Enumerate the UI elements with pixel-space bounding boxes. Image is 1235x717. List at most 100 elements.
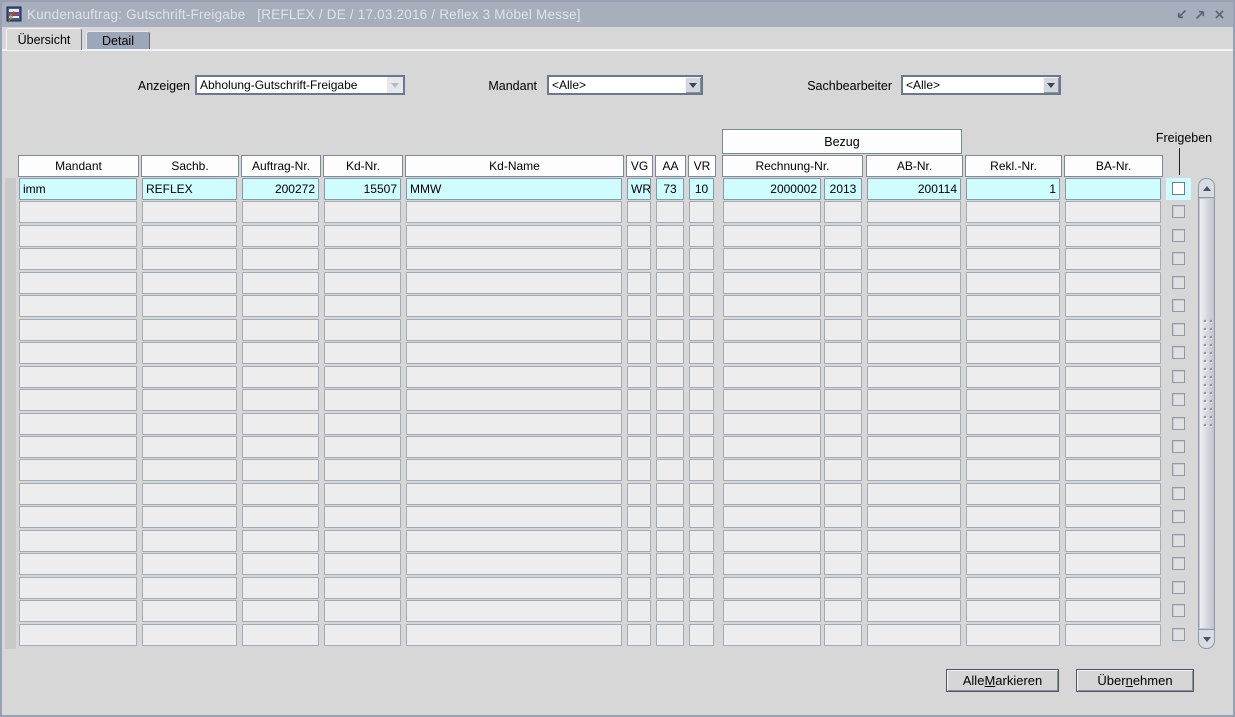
table-cell[interactable]: MMW [406, 178, 622, 200]
table-cell[interactable] [867, 577, 961, 599]
table-cell[interactable] [406, 459, 622, 481]
table-cell[interactable] [1065, 436, 1161, 458]
table-cell[interactable] [867, 366, 961, 388]
table-cell[interactable] [689, 506, 714, 528]
table-cell[interactable]: 200272 [242, 178, 319, 200]
table-cell[interactable] [824, 201, 862, 223]
close-button[interactable] [1211, 6, 1227, 22]
table-cell[interactable] [867, 413, 961, 435]
table-cell[interactable] [867, 624, 961, 646]
table-cell[interactable] [966, 459, 1060, 481]
table-cell[interactable] [656, 436, 684, 458]
table-cell[interactable] [824, 225, 862, 247]
table-cell[interactable] [656, 225, 684, 247]
table-cell[interactable] [723, 201, 821, 223]
table-cell[interactable] [627, 295, 651, 317]
table-cell[interactable] [723, 389, 821, 411]
table-cell[interactable] [824, 389, 862, 411]
table-cell[interactable] [656, 366, 684, 388]
table-cell[interactable] [627, 272, 651, 294]
table-cell[interactable] [1065, 248, 1161, 270]
table-cell[interactable] [689, 389, 714, 411]
table-cell[interactable] [242, 483, 319, 505]
table-cell[interactable] [656, 483, 684, 505]
table-cell[interactable] [1065, 272, 1161, 294]
table-cell[interactable] [723, 459, 821, 481]
table-cell[interactable] [689, 436, 714, 458]
dropdown-arrow-icon[interactable] [685, 77, 701, 93]
table-cell[interactable] [324, 389, 401, 411]
table-cell[interactable] [723, 319, 821, 341]
table-cell[interactable] [689, 201, 714, 223]
table-cell[interactable] [966, 319, 1060, 341]
table-cell[interactable] [723, 272, 821, 294]
table-cell[interactable] [324, 248, 401, 270]
table-cell[interactable] [19, 295, 137, 317]
table-cell[interactable] [19, 600, 137, 622]
table-cell[interactable] [1065, 530, 1161, 552]
table-cell[interactable] [867, 272, 961, 294]
table-cell[interactable] [723, 600, 821, 622]
table-cell[interactable] [1065, 342, 1161, 364]
table-cell[interactable] [1065, 366, 1161, 388]
table-cell[interactable] [406, 506, 622, 528]
table-cell[interactable] [324, 624, 401, 646]
table-cell[interactable] [824, 530, 862, 552]
select-all-button[interactable]: Alle Markieren [946, 669, 1059, 692]
table-cell[interactable] [324, 201, 401, 223]
table-cell[interactable] [867, 436, 961, 458]
table-cell[interactable] [242, 389, 319, 411]
table-cell[interactable] [242, 248, 319, 270]
table-cell[interactable] [142, 201, 237, 223]
table-cell[interactable] [406, 483, 622, 505]
table-cell[interactable] [824, 248, 862, 270]
table-cell[interactable] [324, 459, 401, 481]
table-cell[interactable] [142, 436, 237, 458]
table-cell[interactable] [406, 225, 622, 247]
table-cell[interactable] [867, 342, 961, 364]
table-cell[interactable] [689, 553, 714, 575]
table-cell[interactable] [242, 366, 319, 388]
dropdown-arrow-icon[interactable] [1043, 77, 1059, 93]
table-cell[interactable] [867, 530, 961, 552]
table-cell[interactable] [142, 459, 237, 481]
table-cell[interactable] [627, 600, 651, 622]
table-cell[interactable] [142, 624, 237, 646]
table-cell[interactable] [824, 600, 862, 622]
table-cell[interactable] [627, 319, 651, 341]
table-cell[interactable] [656, 624, 684, 646]
table-cell[interactable] [406, 530, 622, 552]
table-cell[interactable] [1065, 459, 1161, 481]
table-cell[interactable] [142, 366, 237, 388]
table-cell[interactable] [689, 319, 714, 341]
table-cell[interactable] [142, 225, 237, 247]
table-cell[interactable] [966, 413, 1060, 435]
table-cell[interactable] [142, 295, 237, 317]
table-cell[interactable] [142, 342, 237, 364]
table-cell[interactable] [627, 201, 651, 223]
table-cell[interactable] [656, 506, 684, 528]
table-cell[interactable] [867, 248, 961, 270]
vertical-scrollbar[interactable] [1198, 178, 1215, 649]
table-cell[interactable] [689, 342, 714, 364]
table-cell[interactable] [656, 577, 684, 599]
apply-button[interactable]: Übernehmen [1076, 669, 1194, 692]
table-cell[interactable] [19, 483, 137, 505]
table-cell[interactable]: REFLEX [142, 178, 237, 200]
table-cell[interactable] [324, 600, 401, 622]
table-cell[interactable] [1065, 201, 1161, 223]
table-cell[interactable] [627, 225, 651, 247]
table-cell[interactable] [824, 483, 862, 505]
table-cell[interactable] [406, 553, 622, 575]
table-cell[interactable]: imm [19, 178, 137, 200]
table-cell[interactable] [19, 342, 137, 364]
table-cell[interactable]: 15507 [324, 178, 401, 200]
table-cell[interactable] [966, 225, 1060, 247]
table-cell[interactable]: 73 [656, 178, 684, 200]
table-cell[interactable]: 1 [966, 178, 1060, 200]
table-cell[interactable] [242, 201, 319, 223]
table-cell[interactable] [966, 389, 1060, 411]
table-cell[interactable] [406, 248, 622, 270]
table-cell[interactable] [142, 483, 237, 505]
table-cell[interactable] [19, 624, 137, 646]
